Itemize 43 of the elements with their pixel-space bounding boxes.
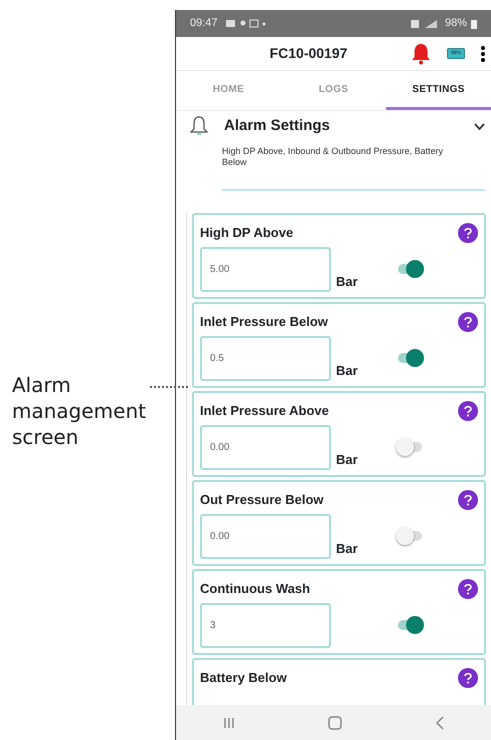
toggle-switch[interactable]	[396, 616, 424, 634]
input-field[interactable]: 0.00	[200, 424, 331, 470]
help-icon[interactable]	[458, 222, 478, 243]
unit-label: Bar	[336, 362, 358, 380]
menu-icon[interactable]	[481, 46, 485, 62]
alarm-title: Inlet Pressure Below	[200, 313, 328, 332]
input-field[interactable]: 0.5	[200, 336, 331, 381]
status-icons	[226, 18, 266, 28]
unit-label: Bar	[336, 540, 358, 558]
battery-icon	[471, 18, 477, 28]
help-icon[interactable]	[458, 312, 478, 332]
home-icon[interactable]	[328, 716, 342, 730]
toggle-switch[interactable]	[396, 260, 424, 278]
toggle-switch[interactable]	[396, 349, 424, 368]
tab[interactable]: SETTINGS	[386, 71, 491, 110]
alarm-title: High DP Above	[200, 224, 294, 242]
battery-percent: 98%	[444, 16, 467, 32]
toggle-switch[interactable]	[396, 438, 424, 456]
section-title: Alarm Settings	[224, 116, 330, 136]
help-icon[interactable]	[458, 400, 478, 421]
help-icon[interactable]	[458, 668, 478, 688]
input-field[interactable]: 5.00	[200, 246, 331, 292]
alarm-title: Continuous Wash	[200, 580, 310, 598]
input-field[interactable]: 3	[200, 602, 331, 648]
status-time: 09:47	[190, 16, 218, 32]
bell-icon[interactable]	[410, 42, 431, 64]
back-icon[interactable]	[436, 716, 444, 730]
bell-icon	[190, 116, 208, 136]
recent-apps-icon[interactable]	[222, 716, 235, 728]
alarm-title: Out Pressure Below	[200, 491, 324, 510]
device-title: FC10-00197	[270, 45, 348, 61]
help-icon[interactable]	[458, 578, 478, 599]
section-description: High DP Above, Inbound & Outbound Pressure, Battery Below	[222, 146, 444, 169]
chevron-icon[interactable]	[474, 122, 485, 130]
input-field[interactable]: 0.00	[200, 514, 331, 559]
annotation-label: Alarm management screen	[12, 372, 146, 450]
unit-label: Bar	[336, 451, 358, 470]
alarm-title: Battery Below	[200, 669, 287, 688]
toggle-switch[interactable]	[396, 527, 424, 546]
help-icon[interactable]	[458, 490, 478, 510]
leader-line	[150, 386, 188, 388]
unit-label: Bar	[336, 273, 358, 292]
alarm-title: Inlet Pressure Above	[200, 402, 329, 420]
